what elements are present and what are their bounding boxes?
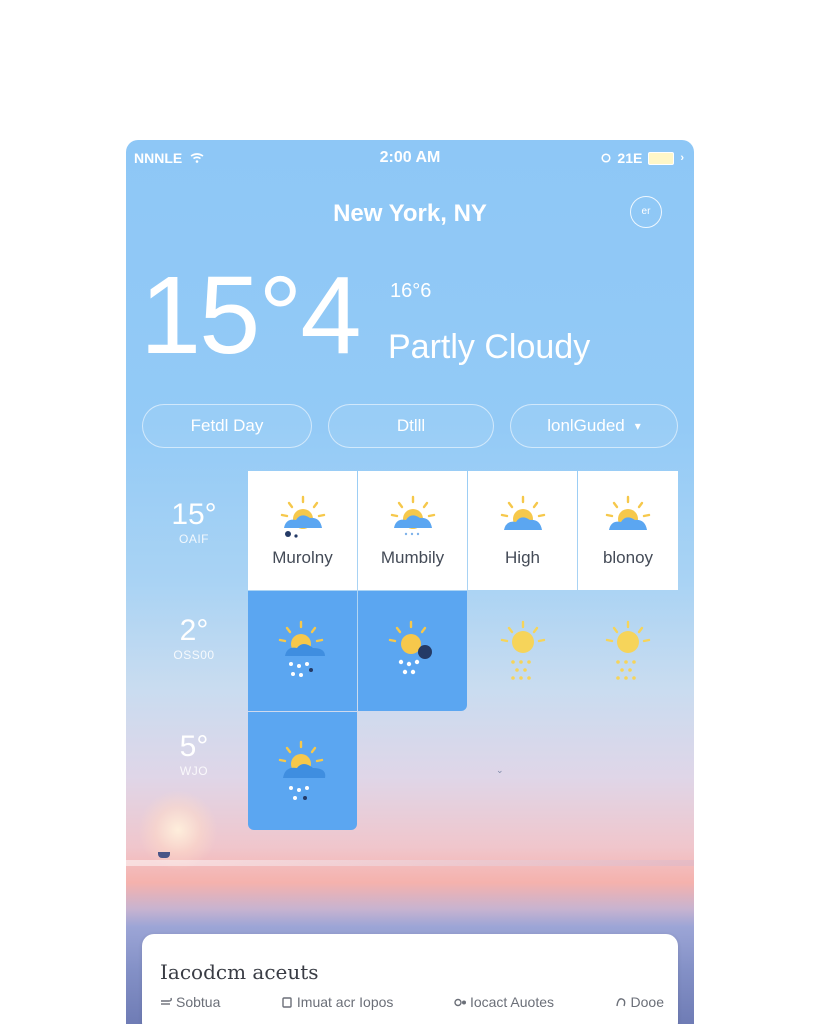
secondary-temperature: 16°6 <box>390 280 432 302</box>
forecast-cell[interactable] <box>358 591 467 711</box>
column-label: Mumbily <box>380 547 445 567</box>
partly-cloudy-icon <box>390 495 435 535</box>
status-bar: NNNLE 2:00 AM 21E › <box>126 140 694 176</box>
humidity-icon <box>282 996 292 1008</box>
row-sub: WJO <box>179 764 209 778</box>
row-sub: OSS00 <box>173 648 215 662</box>
details-card[interactable]: Iacodcm aceuts Sobtua Imuat acr Iopos Io… <box>142 934 678 1024</box>
sunset-sun <box>138 790 218 870</box>
card-item[interactable]: Dooe <box>615 994 664 1010</box>
rain-icon <box>278 620 325 677</box>
weather-app-screen: ⌄ NNNLE 2:00 AM 21E › New York, NY er 15… <box>126 140 694 1024</box>
battery-icon <box>648 151 675 165</box>
pill-label: Dtlll <box>396 416 426 435</box>
partly-cloudy-icon <box>500 495 545 530</box>
settings-button[interactable]: er <box>630 196 662 228</box>
forecast-column-header[interactable]: High <box>468 471 577 590</box>
forecast-cell[interactable] <box>468 591 577 711</box>
current-condition: Partly Cloudy <box>388 328 591 366</box>
battery-percent: 21E <box>617 150 643 166</box>
column-label: blonoy <box>602 547 654 567</box>
forecast-column-header[interactable]: Murolny <box>248 471 357 590</box>
card-item-label: Imuat acr Iopos <box>296 994 394 1010</box>
forecast-cell[interactable] <box>578 591 678 711</box>
forecast-cell[interactable] <box>248 591 357 711</box>
row-sub: OAIF <box>178 532 209 546</box>
pressure-icon <box>454 998 466 1006</box>
filter-dropdown[interactable]: lonlGuded ▾ <box>510 404 678 448</box>
forecast-column-header[interactable]: Mumbily <box>358 471 467 590</box>
city-title: New York, NY <box>333 200 487 227</box>
location-icon: › <box>680 152 684 164</box>
alarm-icon <box>601 153 611 163</box>
sun-rain-icon <box>605 620 651 680</box>
sun-rain-icon <box>388 620 432 675</box>
wind-icon <box>161 997 172 1005</box>
horizon-line <box>126 860 694 866</box>
partly-cloudy-icon <box>605 495 651 530</box>
card-item-label: Sobtua <box>176 994 221 1010</box>
row-temp: 2° <box>179 614 209 647</box>
pill-label: lonlGuded <box>547 416 625 435</box>
column-label: High <box>505 547 540 567</box>
card-item[interactable]: Imuat acr Iopos <box>281 994 394 1010</box>
current-temperature: 15°4 <box>140 254 362 377</box>
settings-icon: er <box>641 206 651 217</box>
row-temp: 15° <box>171 498 217 531</box>
boat-silhouette <box>158 852 170 858</box>
partly-cloudy-icon <box>280 495 325 538</box>
card-title: Iacodcm aceuts <box>160 960 319 984</box>
row-label: 15° OAIF <box>148 498 240 546</box>
sun-rain-icon <box>500 620 545 680</box>
forecast-column-header[interactable]: blonoy <box>578 471 678 590</box>
forecast-cell[interactable] <box>248 712 357 830</box>
visibility-icon <box>615 997 625 1006</box>
card-item-label: Dooe <box>630 994 664 1010</box>
chevron-down-icon: ▾ <box>634 419 641 433</box>
column-label: Murolny <box>272 547 333 567</box>
row-label: 2° OSS00 <box>148 614 240 662</box>
card-detail-row: Sobtua Imuat acr Iopos Iocact Auotes Doo… <box>160 994 664 1010</box>
row-label: 5° WJO <box>148 730 240 778</box>
bird-silhouette: ⌄ <box>496 765 504 775</box>
row-temp: 5° <box>179 730 209 763</box>
filter-pill-day[interactable]: Fetdl Day <box>142 404 312 448</box>
card-item[interactable]: Sobtua <box>160 994 220 1010</box>
filter-pill-detail[interactable]: Dtlll <box>328 404 494 448</box>
rain-icon <box>278 740 325 800</box>
card-item[interactable]: Iocact Auotes <box>454 994 554 1010</box>
card-item-label: Iocact Auotes <box>469 994 554 1010</box>
pill-label: Fetdl Day <box>190 416 264 435</box>
